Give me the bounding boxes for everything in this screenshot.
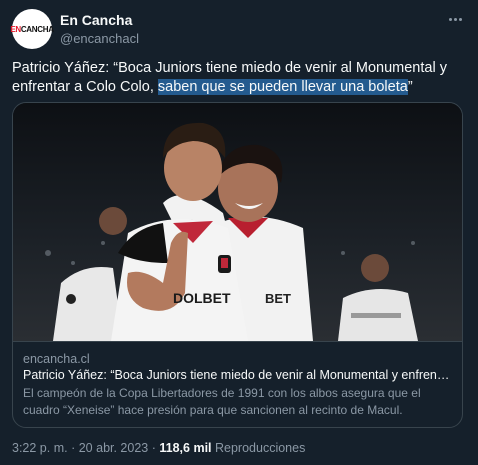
tweet-header: EN CANCHA En Cancha @encanchacl [10, 9, 466, 49]
jersey-text-left: DOLBET [173, 290, 231, 306]
card-title: Patricio Yáñez: “Boca Juniors tiene mied… [23, 368, 451, 382]
card-description: El campeón de la Copa Libertadores de 19… [23, 386, 421, 417]
avatar-text-en: EN [10, 24, 21, 34]
tweet-text: Patricio Yáñez: “Boca Juniors tiene mied… [12, 59, 462, 97]
avatar-text-cancha: CANCHA [20, 24, 54, 34]
author-handle[interactable]: @encanchacl [60, 31, 139, 46]
meta-separator: · [71, 441, 76, 455]
tweet-text-end: ” [407, 79, 413, 95]
author-display-name[interactable]: En Cancha [60, 12, 132, 28]
card-domain: encancha.cl [23, 352, 90, 366]
views-count: 118,6 mil [159, 441, 212, 455]
tweet-date[interactable]: 20 abr. 2023 [79, 441, 149, 455]
link-card[interactable]: BET DOLBET encancha.cl Patricio Yáñez: “… [12, 102, 463, 428]
meta-separator-2: · [151, 441, 156, 455]
tweet-text-selected: saben que se pueden llevar una boleta [157, 79, 408, 95]
views-label: Reproducciones [215, 441, 306, 455]
tweet-meta: 3:22 p. m. · 20 abr. 2023 · 118,6 mil Re… [12, 441, 305, 455]
card-info[interactable]: encancha.cl Patricio Yáñez: “Boca Junior… [13, 341, 462, 427]
avatar[interactable]: EN CANCHA [10, 9, 54, 49]
more-horizontal-icon[interactable] [444, 9, 466, 29]
card-image[interactable]: BET DOLBET [13, 103, 463, 341]
tweet-time[interactable]: 3:22 p. m. [12, 441, 68, 455]
jersey-text-right: BET [265, 291, 291, 306]
